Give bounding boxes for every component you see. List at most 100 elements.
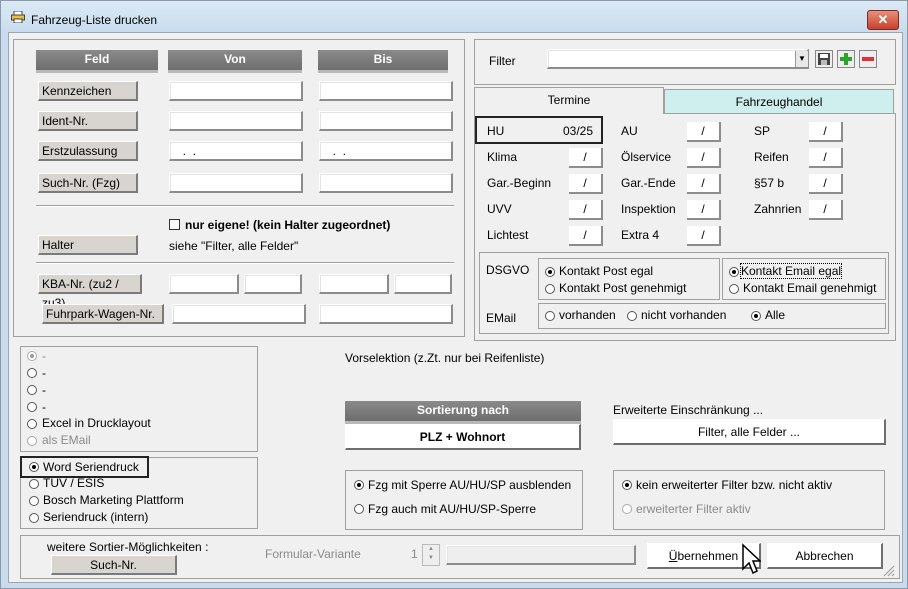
excel-label: Excel in Drucklayout (42, 416, 151, 430)
post-genehmigt-radio[interactable] (545, 284, 555, 294)
fuhrpark-von-field[interactable] (172, 304, 306, 324)
reifen-field[interactable]: / (809, 148, 843, 168)
variante-spinner[interactable]: ▲ ▼ (422, 544, 440, 566)
kennzeichen-von-field[interactable] (169, 81, 303, 101)
ident-button[interactable]: Ident-Nr. (38, 111, 138, 131)
abbrechen-button[interactable]: Abbrechen (767, 543, 883, 569)
hu-value[interactable]: 03/25 (563, 124, 593, 138)
output-opt4-radio[interactable] (27, 402, 37, 412)
dialog-client: Feld Von Bis Kennzeichen Ident-Nr. Erstz… (8, 32, 903, 583)
sperre-auch-label: Fzg auch mit AU/HU/SP-Sperre (368, 502, 537, 516)
output-opt2-radio[interactable] (27, 368, 37, 378)
p57b-field[interactable]: / (809, 174, 843, 194)
seriendruck-radio[interactable] (29, 513, 39, 523)
tuev-radio[interactable] (29, 479, 39, 489)
sortierung-header: Sortierung nach (345, 401, 581, 424)
p57b-label: §57 b (754, 176, 785, 190)
suchnr-von-field[interactable] (169, 173, 303, 193)
als-email-radio[interactable] (27, 436, 37, 446)
oelservice-label: Ölservice (621, 150, 672, 164)
uvv-field[interactable]: / (569, 200, 603, 220)
dialog-window: Fahrzeug-Liste drucken ✕ Feld Von Bis Ke… (0, 0, 908, 589)
filter-dropdown[interactable] (547, 49, 809, 69)
reifen-label: Reifen (754, 150, 789, 164)
output-opt3-label: - (42, 383, 46, 397)
add-icon[interactable] (837, 50, 855, 68)
nicht-vorhanden-radio[interactable] (627, 311, 637, 321)
erstzulassung-bis-field[interactable]: . . (319, 141, 453, 161)
output-opt1-radio[interactable] (27, 351, 37, 361)
tab-termine[interactable]: Termine (474, 87, 664, 114)
ident-bis-field[interactable] (319, 111, 453, 131)
bosch-radio[interactable] (29, 496, 39, 506)
inspektion-label: Inspektion (621, 202, 676, 216)
suchnr-bis-field[interactable] (319, 173, 453, 193)
kba-bis-zu2-field[interactable] (319, 274, 389, 294)
chevron-down-icon[interactable]: ▼ (795, 51, 808, 67)
kennzeichen-button[interactable]: Kennzeichen (38, 81, 138, 101)
sp-field[interactable]: / (809, 122, 843, 142)
filter-aktiv-radio[interactable] (622, 504, 632, 514)
fuhrpark-button[interactable]: Fuhrpark-Wagen-Nr. (42, 304, 164, 324)
output-opt2-label: - (42, 366, 46, 380)
kba-von-zu3-field[interactable] (244, 274, 302, 294)
chevron-up-icon[interactable]: ▲ (423, 545, 439, 554)
separator (36, 262, 454, 264)
window-title: Fahrzeug-Liste drucken (31, 13, 158, 27)
vorhanden-radio[interactable] (545, 311, 555, 321)
post-genehmigt-label: Kontakt Post genehmigt (559, 281, 687, 295)
excel-radio[interactable] (27, 419, 37, 429)
chevron-down-icon[interactable]: ▼ (423, 554, 439, 563)
alle-radio[interactable] (751, 311, 761, 321)
nur-eigene-checkbox[interactable] (169, 219, 180, 230)
lichtest-field[interactable]: / (569, 226, 603, 246)
remove-icon[interactable] (859, 50, 877, 68)
kein-filter-radio[interactable] (622, 480, 632, 490)
save-icon[interactable] (815, 50, 833, 68)
kba-von-zu2-field[interactable] (169, 274, 239, 294)
resize-grip-icon[interactable] (881, 563, 895, 577)
kba-bis-zu3-field[interactable] (394, 274, 452, 294)
post-egal-radio[interactable] (545, 267, 555, 277)
halter-hint: siehe "Filter, alle Felder" (169, 239, 299, 253)
erstzulassung-button[interactable]: Erstzulassung (38, 141, 138, 161)
halter-button[interactable]: Halter (38, 235, 138, 255)
filter-alle-felder-button[interactable]: Filter, alle Felder ... (613, 419, 886, 445)
sortierung-button[interactable]: PLZ + Wohnort (345, 424, 581, 450)
vorhanden-label: vorhanden (559, 308, 616, 322)
sperre-ausblenden-radio[interactable] (354, 480, 364, 490)
fuhrpark-bis-field[interactable] (319, 304, 453, 324)
ident-von-field[interactable] (169, 111, 303, 131)
weitere-label: weitere Sortier-Möglichkeiten : (47, 540, 209, 554)
kba-button[interactable]: KBA-Nr. (zu2 / zu3) (38, 274, 142, 310)
suchnr-fzg-button[interactable]: Such-Nr. (Fzg) (38, 173, 138, 193)
zahnrien-field[interactable]: / (809, 200, 843, 220)
output-opt3-radio[interactable] (27, 385, 37, 395)
inspektion-field[interactable]: / (687, 200, 721, 220)
close-button[interactable]: ✕ (867, 10, 899, 30)
email-genehmigt-radio[interactable] (729, 284, 739, 294)
oelservice-field[interactable]: / (687, 148, 721, 168)
email-egal-radio[interactable] (729, 267, 739, 277)
au-field[interactable]: / (687, 122, 721, 142)
suchnr-button[interactable]: Such-Nr. (51, 555, 177, 575)
gar-ende-label: Gar.-Ende (621, 176, 676, 190)
tab-fahrzeughandel[interactable]: Fahrzeughandel (664, 89, 894, 115)
kein-filter-label: kein erweiterter Filter bzw. nicht aktiv (636, 478, 833, 492)
header-feld: Feld (36, 50, 158, 73)
printer-icon (11, 11, 25, 23)
gar-beginn-field[interactable]: / (569, 174, 603, 194)
separator (36, 205, 454, 207)
klima-field[interactable]: / (569, 148, 603, 168)
alle-label: Alle (765, 308, 786, 322)
post-egal-label: Kontakt Post egal (559, 264, 654, 278)
erstzulassung-von-field[interactable]: . . (169, 141, 303, 161)
footer-panel: weitere Sortier-Möglichkeiten : Such-Nr.… (20, 535, 900, 579)
kennzeichen-bis-field[interactable] (319, 81, 453, 101)
output-opt4-label: - (42, 400, 46, 414)
sperre-auch-radio[interactable] (354, 504, 364, 514)
extra4-field[interactable]: / (687, 226, 721, 246)
tuev-label: TÜV / ESIS (43, 476, 105, 490)
gar-ende-field[interactable]: / (687, 174, 721, 194)
uebernehmen-label-post: bernehmen (677, 549, 739, 563)
